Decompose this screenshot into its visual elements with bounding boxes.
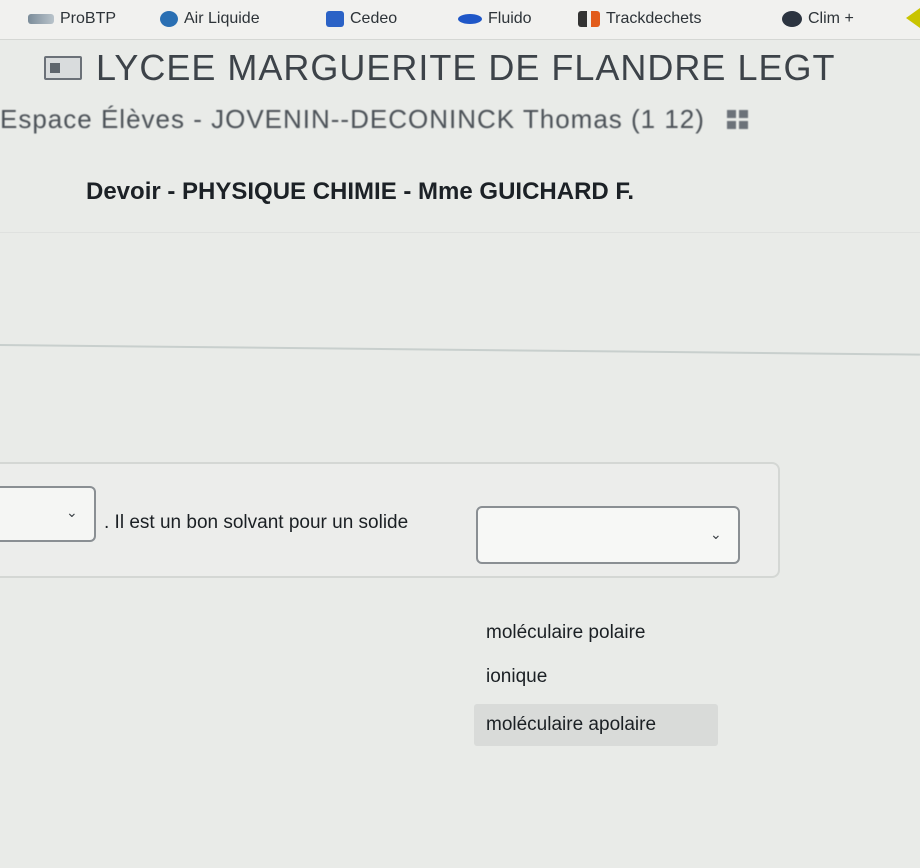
- bookmark-label: ProBTP: [60, 10, 117, 27]
- question-text: . Il est un bon solvant pour un solide: [104, 512, 409, 533]
- cedeo-icon: [326, 11, 344, 27]
- divider: [0, 232, 920, 233]
- bookmark-label: Clim +: [808, 10, 854, 27]
- left-answer-select[interactable]: ⌄: [0, 486, 96, 542]
- student-space-bar: Espace Élèves - JOVENIN--DECONINCK Thoma…: [0, 104, 920, 138]
- bookmark-label: Trackdechets: [606, 10, 702, 27]
- school-name: LYCEE MARGUERITE DE FLANDRE LEGT: [96, 47, 836, 88]
- chevron-down-icon: ⌄: [66, 504, 78, 520]
- divider: [0, 344, 920, 356]
- bookmarks-bar: ProBTP Air Liquide Cedeo Fluido Trackdec…: [0, 0, 920, 40]
- chevron-down-icon: ⌄: [710, 526, 722, 542]
- clim-icon: [782, 11, 802, 27]
- bookmark-label: Air Liquide: [184, 10, 260, 27]
- page-title: Devoir - PHYSIQUE CHIMIE - Mme GUICHARD …: [86, 178, 635, 205]
- school-logo-icon: [44, 56, 82, 80]
- bookmark-label: Fluido: [488, 10, 532, 27]
- fluido-icon: [458, 14, 482, 24]
- bookmark-clim[interactable]: Clim +: [782, 8, 854, 30]
- bookmark-probtp[interactable]: ProBTP: [28, 8, 116, 30]
- bookmark-air-liquide[interactable]: Air Liquide: [160, 8, 260, 30]
- bookmark-trackdechets[interactable]: Trackdechets: [578, 8, 701, 30]
- bookmark-fluido[interactable]: Fluido: [458, 8, 532, 30]
- student-space-label: Espace Élèves - JOVENIN--DECONINCK Thoma…: [0, 104, 705, 134]
- bookmark-cedeo[interactable]: Cedeo: [326, 8, 397, 30]
- school-header: LYCEE MARGUERITE DE FLANDRE LEGT: [44, 46, 835, 90]
- air-liquide-icon: [160, 11, 178, 27]
- trackdechets-icon: [578, 11, 600, 27]
- probtp-icon: [28, 14, 54, 24]
- right-answer-select[interactable]: ⌄: [476, 506, 740, 564]
- option-moleculaire-apolaire[interactable]: moléculaire apolaire: [474, 704, 718, 746]
- more-bookmarks-icon[interactable]: [906, 8, 920, 28]
- option-ionique[interactable]: ionique: [474, 656, 718, 698]
- bookmark-label: Cedeo: [350, 10, 398, 27]
- grid-menu-icon[interactable]: [727, 110, 750, 130]
- option-moleculaire-polaire[interactable]: moléculaire polaire: [474, 612, 718, 654]
